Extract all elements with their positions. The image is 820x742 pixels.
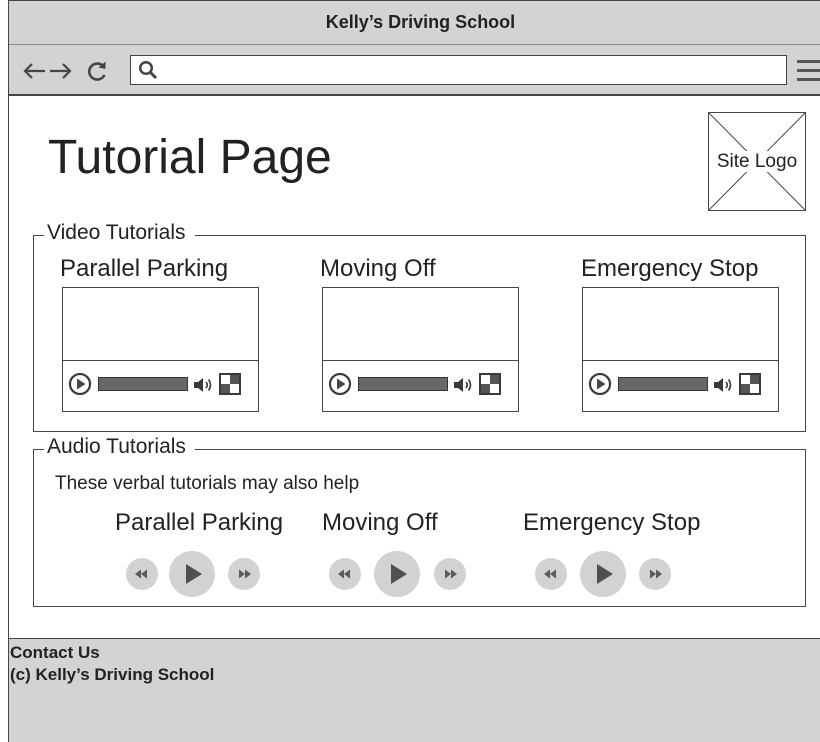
volume-icon[interactable] — [193, 376, 213, 394]
volume-icon[interactable] — [453, 376, 473, 394]
rewind-button[interactable] — [329, 558, 361, 590]
video-screen[interactable] — [63, 288, 258, 360]
fullscreen-icon[interactable] — [479, 373, 501, 395]
audio-play-button[interactable] — [580, 551, 626, 597]
video-player — [582, 287, 779, 412]
video-title: Parallel Parking — [60, 255, 229, 282]
logo-label: Site Logo — [714, 151, 800, 172]
fast-forward-button[interactable] — [434, 558, 466, 590]
audio-title: Parallel Parking — [115, 509, 284, 536]
video-screen[interactable] — [583, 288, 778, 360]
video-tutorials-legend: Video Tutorials — [44, 222, 195, 244]
audio-title: Moving Off — [322, 509, 438, 536]
window-title-bar: Kelly’s Driving School — [9, 1, 820, 45]
rewind-button[interactable] — [126, 558, 158, 590]
contact-us-link[interactable]: Contact Us — [10, 642, 100, 664]
window-title: Kelly’s Driving School — [325, 12, 516, 32]
video-title: Emergency Stop — [581, 255, 759, 282]
rewind-icon — [338, 569, 350, 579]
play-icon — [186, 564, 202, 584]
play-icon — [597, 564, 613, 584]
video-player — [322, 287, 519, 412]
video-controls — [63, 360, 258, 411]
rewind-button[interactable] — [535, 558, 567, 590]
video-controls — [323, 360, 518, 411]
site-logo[interactable]: Site Logo — [708, 112, 806, 211]
audio-tutorials-legend: Audio Tutorials — [44, 436, 195, 458]
play-icon[interactable] — [328, 372, 352, 396]
fast-forward-button[interactable] — [639, 558, 671, 590]
video-title: Moving Off — [320, 255, 436, 282]
address-search-input[interactable] — [130, 55, 787, 85]
play-icon[interactable] — [588, 372, 612, 396]
audio-intro-text: These verbal tutorials may also help — [55, 473, 360, 494]
fast-forward-icon — [650, 569, 662, 579]
arrow-right-icon[interactable] — [48, 61, 74, 81]
fast-forward-icon — [445, 569, 457, 579]
play-icon — [391, 564, 407, 584]
page-title: Tutorial Page — [48, 131, 332, 184]
hamburger-menu-icon[interactable] — [797, 59, 820, 81]
page-footer: Contact Us (c) Kelly’s Driving School — [9, 638, 820, 742]
progress-bar[interactable] — [618, 377, 708, 391]
progress-bar[interactable] — [98, 377, 188, 391]
audio-play-button[interactable] — [374, 551, 420, 597]
video-screen[interactable] — [323, 288, 518, 360]
fullscreen-icon[interactable] — [219, 373, 241, 395]
video-controls — [583, 360, 778, 411]
progress-bar[interactable] — [358, 377, 448, 391]
arrow-left-icon[interactable] — [21, 61, 47, 81]
copyright-text: (c) Kelly’s Driving School — [10, 665, 215, 684]
rewind-icon — [544, 569, 556, 579]
audio-title: Emergency Stop — [523, 509, 701, 536]
fullscreen-icon[interactable] — [739, 373, 761, 395]
video-player — [62, 287, 259, 412]
play-icon[interactable] — [68, 372, 92, 396]
volume-icon[interactable] — [713, 376, 733, 394]
fast-forward-icon — [239, 569, 251, 579]
audio-play-button[interactable] — [169, 551, 215, 597]
fast-forward-button[interactable] — [228, 558, 260, 590]
reload-icon[interactable] — [86, 60, 108, 82]
rewind-icon — [135, 569, 147, 579]
search-icon — [138, 60, 158, 80]
